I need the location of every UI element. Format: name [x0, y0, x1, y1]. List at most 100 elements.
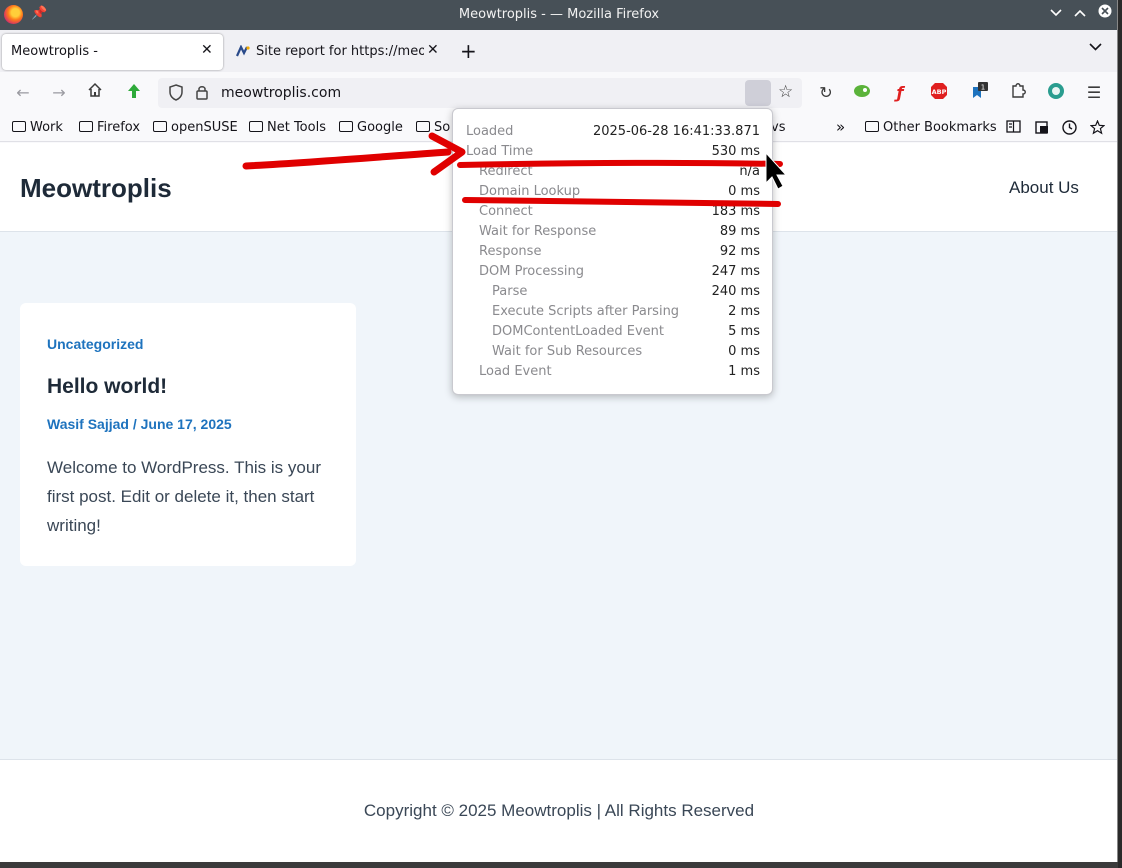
- timing-value: 89 ms: [719, 224, 760, 239]
- post-title-link[interactable]: Hello world!: [47, 375, 167, 399]
- timing-value: 183 ms: [711, 204, 760, 219]
- timing-value: 1 ms: [728, 364, 760, 379]
- flash-extension-icon[interactable]: ƒ: [889, 82, 911, 104]
- timing-row: DOMContentLoaded Event 5 ms: [453, 322, 774, 342]
- folder-icon: [153, 121, 167, 132]
- adblock-plus-icon[interactable]: ABP: [928, 82, 950, 104]
- reader-view-icon[interactable]: [1006, 120, 1021, 137]
- timing-row: Wait for Response 89 ms: [453, 222, 774, 242]
- post-category-link[interactable]: Uncategorized: [47, 336, 143, 352]
- timing-value: 247 ms: [711, 264, 760, 279]
- timing-row: DOM Processing 247 ms: [453, 262, 774, 282]
- bookmark-star-icon[interactable]: [1089, 119, 1106, 139]
- copyright-text: Copyright © 2025 Meowtroplis | All Right…: [363, 801, 755, 820]
- extension-badge: 1: [981, 84, 985, 92]
- timing-value: 2025-06-28 16:41:33.871: [592, 124, 760, 139]
- recycle-icon[interactable]: [123, 82, 145, 104]
- folder-icon: [339, 121, 353, 132]
- timing-row: Domain Lookup 0 ms: [453, 182, 774, 202]
- post-card: Uncategorized Hello world! Wasif Sajjad …: [20, 303, 356, 566]
- timing-label: Loaded: [466, 124, 514, 139]
- timing-value: 0 ms: [728, 344, 760, 359]
- ublock-extension-icon[interactable]: 1: [968, 82, 990, 104]
- timing-label: Response: [479, 244, 542, 259]
- timing-value: 92 ms: [719, 244, 760, 259]
- post-excerpt: Welcome to WordPress. This is your first…: [47, 458, 321, 535]
- timing-row: Execute Scripts after Parsing 2 ms: [453, 302, 774, 322]
- folder-icon: [249, 121, 263, 132]
- timing-value: 0 ms: [728, 184, 760, 199]
- timing-value: 2 ms: [728, 304, 760, 319]
- page-load-timing-popup: Loaded 2025-06-28 16:41:33.871 Load Time 53…: [452, 108, 773, 395]
- timing-row: Redirect n/a: [453, 162, 774, 182]
- post-meta[interactable]: Wasif Sajjad / June 17, 2025: [47, 416, 232, 432]
- timing-row: Connect 183 ms: [453, 202, 774, 222]
- shield-icon[interactable]: [168, 84, 184, 105]
- tab-site-report[interactable]: Site report for https://meo ✕: [228, 34, 450, 70]
- tab-strip: Meowtroplis - ✕ Site report for https://…: [0, 30, 1117, 72]
- timing-label: DOMContentLoaded Event: [492, 324, 664, 339]
- other-bookmarks-folder[interactable]: Other Bookmarks: [865, 120, 997, 135]
- minimize-icon[interactable]: [1046, 4, 1066, 24]
- timing-label: Parse: [492, 284, 528, 299]
- vpn-extension-icon[interactable]: [1045, 82, 1067, 104]
- menu-hamburger-icon[interactable]: ☰: [1083, 82, 1105, 104]
- page-timing-extension-icon[interactable]: [745, 80, 771, 106]
- bookmark-folder-firefox[interactable]: Firefox: [79, 120, 140, 135]
- timing-value: 530 ms: [711, 144, 760, 159]
- timing-label: DOM Processing: [479, 264, 585, 279]
- timing-row: Response 92 ms: [453, 242, 774, 262]
- screenshot-icon[interactable]: [1034, 120, 1050, 139]
- timing-label: Wait for Response: [479, 224, 597, 239]
- chameleon-extension-icon[interactable]: [851, 82, 873, 104]
- home-icon[interactable]: [84, 82, 106, 104]
- timing-value: 5 ms: [728, 324, 760, 339]
- folder-icon: [79, 121, 93, 132]
- nav-about-us-link[interactable]: About Us: [1009, 178, 1079, 198]
- timing-label: Domain Lookup: [479, 184, 581, 199]
- site-report-favicon-icon: [236, 45, 250, 57]
- extensions-puzzle-icon[interactable]: [1007, 82, 1029, 104]
- url-text[interactable]: meowtroplis.com: [221, 85, 341, 101]
- timing-label: Connect: [479, 204, 533, 219]
- timing-row: Wait for Sub Resources 0 ms: [453, 342, 774, 362]
- abp-label: ABP: [932, 88, 947, 96]
- window-title: Meowtroplis - — Mozilla Firefox: [458, 7, 660, 22]
- timing-label: Execute Scripts after Parsing: [492, 304, 680, 319]
- bookmark-folder-so[interactable]: So: [416, 120, 450, 135]
- list-all-tabs-button[interactable]: [1089, 40, 1102, 55]
- timing-row: Load Time 530 ms: [453, 142, 774, 162]
- folder-icon: [12, 121, 26, 132]
- tab-label: Meowtroplis -: [11, 44, 98, 59]
- timing-label: Wait for Sub Resources: [492, 344, 643, 359]
- star-icon[interactable]: ☆: [778, 82, 793, 102]
- lock-icon[interactable]: [195, 84, 209, 104]
- bookmark-folder-net-tools[interactable]: Net Tools: [249, 120, 326, 135]
- site-title[interactable]: Meowtroplis: [20, 173, 172, 204]
- timing-value: n/a: [739, 164, 760, 179]
- bookmarks-overflow-chevron-icon[interactable]: »: [836, 118, 845, 136]
- timing-label: Load Time: [466, 144, 534, 159]
- close-tab-icon[interactable]: ✕: [201, 42, 213, 58]
- maximize-icon[interactable]: [1070, 4, 1090, 24]
- site-footer: Copyright © 2025 Meowtroplis | All Right…: [0, 759, 1117, 862]
- timing-row: Parse 240 ms: [453, 282, 774, 302]
- timing-value: 240 ms: [711, 284, 760, 299]
- tab-label: Site report for https://meo: [256, 44, 424, 59]
- bookmark-folder-google[interactable]: Google: [339, 120, 403, 135]
- browser-window: 📌 Meowtroplis - — Mozilla Firefox Meowtr…: [0, 0, 1118, 862]
- folder-icon: [865, 121, 879, 132]
- reload-icon[interactable]: ↻: [815, 82, 837, 104]
- close-tab-icon[interactable]: ✕: [427, 42, 439, 58]
- timing-row: Loaded 2025-06-28 16:41:33.871: [453, 122, 774, 142]
- timing-label: Load Event: [479, 364, 552, 379]
- close-window-button[interactable]: [1095, 4, 1115, 24]
- back-icon[interactable]: ←: [12, 82, 34, 104]
- new-tab-button[interactable]: +: [460, 39, 477, 63]
- url-bar[interactable]: meowtroplis.com ☆: [158, 78, 802, 108]
- history-clock-icon[interactable]: [1062, 120, 1077, 139]
- forward-icon[interactable]: →: [48, 82, 70, 104]
- bookmark-folder-work[interactable]: Work: [12, 120, 63, 135]
- tab-meowtroplis[interactable]: Meowtroplis - ✕: [2, 34, 223, 70]
- bookmark-folder-opensuse[interactable]: openSUSE: [153, 120, 238, 135]
